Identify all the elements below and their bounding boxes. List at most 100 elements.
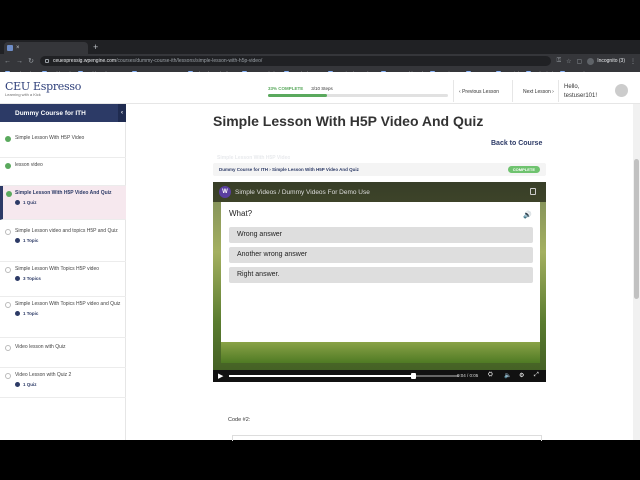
empty-circle-icon — [5, 345, 11, 351]
topic-count: 1 Quiz — [23, 382, 37, 387]
answer-option[interactable]: Wrong answer — [229, 227, 533, 243]
video-seek-handle[interactable] — [411, 373, 416, 379]
empty-circle-icon — [5, 267, 11, 273]
progress-steps: 3/10 Steps — [311, 86, 333, 91]
check-circle-icon — [5, 136, 11, 142]
url-text: ceuespressig.wpengine.com/courses/dummy-… — [53, 58, 263, 64]
empty-circle-icon — [5, 302, 11, 308]
incognito-indicator[interactable]: Incognito (3) — [587, 57, 625, 65]
sidebar-lesson-item[interactable]: Simple Lesson With Topics H5P video and … — [0, 297, 126, 338]
topic-count: 1 Topic — [23, 238, 39, 243]
sidebar-lesson-label: Simple Lesson With H5P Video And Quiz — [15, 190, 112, 196]
sidebar-lesson-item[interactable]: Simple Lesson With Topics H5P video 3 Top… — [0, 262, 126, 297]
sidebar-lesson-item[interactable]: Simple Lesson With H5P Video — [0, 131, 126, 158]
site-logo[interactable]: CEU Espresso Learning with a Kick — [5, 80, 81, 97]
progress-bar — [268, 94, 448, 97]
sidebar-lesson-item[interactable]: Simple Lesson With H5P Video And Quiz 1 Q… — [0, 186, 126, 220]
sidebar-lesson-label: Simple Lesson With Topics H5P video and … — [15, 301, 121, 307]
extensions-icon[interactable]: ▢ — [577, 58, 583, 65]
play-icon[interactable]: ▶ — [218, 372, 223, 380]
video-background — [221, 342, 540, 363]
code-label: Code #2: — [228, 417, 251, 423]
favicon-icon — [7, 45, 13, 51]
quiz-overlay: What? 🔊 Wrong answer Another wrong answe… — [221, 202, 540, 363]
forward-icon[interactable]: → — [16, 58, 23, 65]
progress-bar-fill — [268, 94, 328, 97]
menu-icon[interactable]: ⋮ — [630, 58, 636, 65]
browser-tab[interactable]: Simple Lesson With H5P Video × — [4, 42, 290, 161]
sidebar-lesson-item[interactable]: Video lesson with Quiz — [0, 340, 126, 368]
topic-count-icon — [15, 238, 20, 243]
bookmarks-icon[interactable]: ⛭ — [488, 372, 493, 379]
breadcrumb-text[interactable]: Dummy Course for ITH › Simple Lesson Wit… — [219, 167, 508, 172]
incognito-label: Incognito (3) — [597, 58, 625, 64]
sidebar-lesson-meta[interactable]: 3 Topics — [15, 276, 126, 281]
sidebar-lesson-label: Video lesson with Quiz — [15, 344, 66, 350]
greeting-text: Hello, — [564, 84, 580, 90]
incognito-icon — [587, 57, 595, 65]
answer-option[interactable]: Another wrong answer — [229, 247, 533, 263]
topic-count: 3 Topics — [23, 276, 41, 281]
new-tab-button[interactable]: + — [93, 42, 98, 52]
video-seek-bar[interactable] — [229, 373, 459, 379]
avatar[interactable] — [615, 84, 628, 97]
sidebar-lesson-meta[interactable]: 1 Topic — [15, 311, 126, 316]
topic-count-icon — [15, 276, 20, 281]
video-time: 0:04 / 0:05 — [457, 373, 479, 378]
empty-circle-icon — [5, 229, 11, 235]
page-scrollbar[interactable] — [633, 104, 640, 440]
back-to-course-link[interactable]: Back to Course — [491, 140, 542, 147]
topic-count: 1 Quiz — [23, 200, 37, 205]
sidebar-lesson-label: Simple Lesson video and topics H5P and Q… — [15, 228, 118, 234]
divider — [453, 80, 454, 102]
sidebar-lesson-label: lesson video — [15, 162, 43, 168]
sidebar-lesson-meta[interactable]: 1 Quiz — [15, 382, 126, 387]
video-title[interactable]: Simple Videos / Dummy Videos For Demo Us… — [235, 189, 370, 196]
sidebar-lesson-item[interactable]: Video Lesson with Quiz 2 1 Quiz — [0, 368, 126, 398]
key-icon[interactable]: ⚿ — [557, 58, 562, 65]
username-text: testuser101! — [564, 93, 598, 99]
sidebar-lesson-item[interactable]: lesson video — [0, 158, 126, 186]
sidebar-lesson-meta[interactable]: 1 Quiz — [15, 200, 126, 205]
close-tab-icon[interactable]: × — [16, 45, 20, 51]
fullscreen-icon[interactable]: ⤢ — [534, 372, 539, 379]
previous-lesson-link[interactable]: ‹ Previous Lesson — [459, 89, 499, 95]
video-seek-fill — [229, 375, 413, 377]
browser-toolbar: ← → ↻ ceuespressig.wpengine.com/courses/… — [0, 54, 640, 68]
channel-logo-icon[interactable]: W — [219, 186, 231, 198]
sidebar-lesson-label: Simple Lesson With Topics H5P video — [15, 266, 100, 272]
reload-icon[interactable]: ↻ — [28, 57, 34, 65]
settings-icon[interactable]: ⚙ — [519, 372, 524, 379]
topic-count: 1 Topic — [23, 311, 39, 316]
course-progress: 33% COMPLETE 3/10 Steps — [268, 86, 448, 97]
user-greeting[interactable]: Hello, testuser101! — [564, 83, 597, 101]
divider — [512, 80, 513, 102]
topic-count-icon — [15, 200, 20, 205]
h5p-video-player[interactable]: W Simple Videos / Dummy Videos For Demo … — [213, 182, 546, 382]
sound-icon[interactable]: 🔊 — [523, 211, 532, 219]
share-icon[interactable] — [530, 188, 536, 195]
screen: Simple Lesson With H5P Video × + ← → ↻ c… — [0, 0, 640, 480]
breadcrumb: Dummy Course for ITH › Simple Lesson Wit… — [213, 163, 546, 176]
next-lesson-link[interactable]: Next Lesson › — [523, 89, 554, 95]
sidebar-lesson-label: Simple Lesson With H5P Video — [15, 135, 85, 141]
video-controls: ▶ 0:04 / 0:05 ⛭ 🔈 ⚙ ⤢ — [213, 370, 546, 382]
sidebar-lesson-meta[interactable]: 1 Topic — [15, 238, 126, 243]
star-icon[interactable]: ☆ — [566, 58, 571, 65]
collapse-sidebar-icon[interactable]: ‹ — [118, 104, 126, 122]
divider — [558, 80, 559, 102]
back-icon[interactable]: ← — [4, 58, 11, 65]
scrollbar-thumb[interactable] — [634, 159, 639, 299]
tab-strip: Simple Lesson With H5P Video × + — [0, 40, 640, 161]
toolbar-right: ⚿ ☆ ▢ Incognito (3) ⋮ — [557, 57, 636, 65]
sidebar-course-title[interactable]: Dummy Course for ITH ‹ — [0, 104, 126, 122]
quiz-question: What? — [229, 209, 253, 218]
check-circle-icon — [5, 163, 11, 169]
code-box — [232, 435, 542, 441]
volume-icon[interactable]: 🔈 — [504, 372, 511, 379]
sidebar-lesson-item[interactable]: Simple Lesson video and topics H5P and Q… — [0, 224, 126, 262]
tab-title: Simple Lesson With H5P Video — [217, 155, 291, 161]
answer-option[interactable]: Right answer. — [229, 267, 533, 283]
page-title: Simple Lesson With H5P Video And Quiz — [213, 113, 484, 129]
address-bar[interactable]: ceuespressig.wpengine.com/courses/dummy-… — [40, 56, 551, 66]
